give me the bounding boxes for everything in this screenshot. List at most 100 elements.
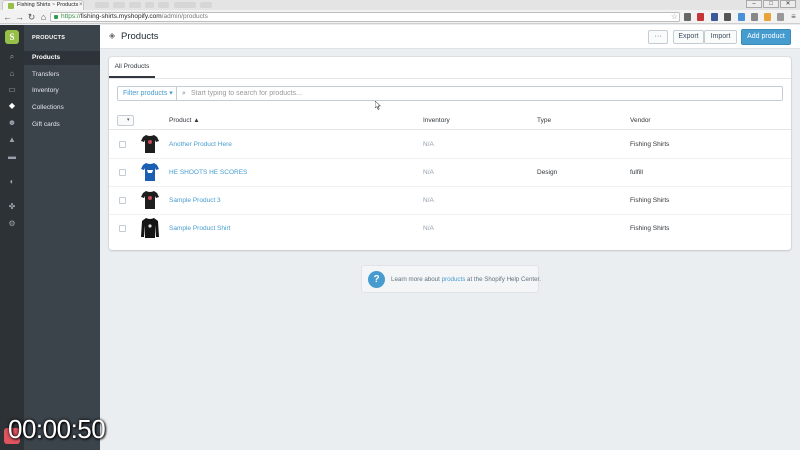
extension-icon[interactable] (751, 13, 758, 21)
search-icon[interactable]: ⌕ (6, 52, 18, 62)
forward-icon[interactable]: → (15, 12, 24, 22)
add-product-button[interactable]: Add product (741, 29, 791, 45)
back-icon[interactable]: ← (3, 12, 12, 22)
subnav-item-products[interactable]: Products (24, 51, 100, 65)
menu-ghost (129, 2, 141, 8)
subnav-item-gift-cards[interactable]: Gift cards (24, 118, 100, 132)
subnav-item-inventory[interactable]: Inventory (24, 84, 100, 98)
help-center-callout: ? Learn more about products at the Shopi… (361, 265, 541, 294)
inventory-value: N/A (423, 169, 434, 176)
reload-icon[interactable]: ↻ (27, 12, 36, 22)
product-thumbnail[interactable] (140, 133, 160, 155)
url-path: /admin/products (161, 13, 208, 20)
row-checkbox[interactable] (119, 225, 126, 232)
customers-icon[interactable]: ☻ (6, 118, 18, 128)
help-prefix: Learn more about (391, 276, 442, 283)
shopify-favicon-icon (8, 3, 14, 9)
product-thumbnail[interactable] (140, 189, 160, 211)
vendor-value: fulfill (630, 169, 644, 176)
help-products-link[interactable]: products (442, 276, 466, 283)
menu-ghost (113, 2, 125, 8)
url-scheme: https:// (61, 13, 81, 20)
products-subnav: PRODUCTS Products Transfers Inventory Co… (24, 25, 100, 450)
menu-ghost (200, 2, 212, 8)
extension-icon[interactable] (724, 13, 731, 21)
window-minimize-button[interactable]: – (746, 0, 762, 8)
extension-icon[interactable] (738, 13, 745, 21)
browser-tab-bar: Fishing Shirts ~ Products × – □ ✕ (0, 0, 800, 10)
window-maximize-button[interactable]: □ (763, 0, 779, 8)
orders-icon[interactable]: ▭ (6, 85, 18, 95)
extension-icon[interactable] (777, 13, 784, 21)
menu-ghost (174, 2, 196, 8)
menu-icon[interactable]: ≡ (789, 12, 798, 22)
address-bar[interactable]: https://fishing-shirts.myshopify.com/adm… (50, 12, 680, 22)
row-checkbox[interactable] (119, 169, 126, 176)
product-name-link[interactable]: HE SHOOTS HE SCORES (169, 159, 247, 187)
filter-products-button[interactable]: Filter products ▾ (117, 86, 177, 101)
table-header: ▾ Product ▲ Inventory Type Vendor (109, 112, 791, 130)
search-icon: ⌕ (182, 90, 186, 97)
export-button[interactable]: Export (673, 30, 704, 44)
mouse-cursor-icon (375, 101, 381, 110)
window-close-button[interactable]: ✕ (780, 0, 796, 8)
reports-icon[interactable]: ▲ (6, 135, 18, 145)
more-actions-button[interactable]: ··· (648, 30, 668, 44)
products-card: All Products Filter products ▾ ⌕ ▾ Produ… (109, 57, 791, 250)
home-icon[interactable]: ⌂ (39, 12, 48, 22)
tab-close-icon[interactable]: × (79, 1, 83, 10)
table-row: Another Product Here N/A Fishing Shirts (109, 131, 791, 159)
bulk-select-checkbox[interactable]: ▾ (117, 115, 134, 126)
extension-icon[interactable] (684, 13, 691, 21)
subnav-item-collections[interactable]: Collections (24, 101, 100, 115)
product-thumbnail[interactable] (140, 217, 160, 239)
import-button[interactable]: Import (704, 30, 737, 44)
column-header-vendor: Vendor (630, 117, 651, 124)
settings-icon[interactable]: ⚙ (6, 219, 18, 229)
browser-chrome: Fishing Shirts ~ Products × – □ ✕ ← → ↻ … (0, 0, 800, 24)
product-name-link[interactable]: Sample Product Shirt (169, 215, 230, 243)
page-title: Products (121, 31, 159, 42)
discounts-icon[interactable]: ▬ (6, 152, 18, 162)
url-host: fishing-shirts.myshopify.com (80, 13, 162, 20)
page-header: ◈ Products ··· Export Import Add product (100, 25, 800, 49)
row-checkbox[interactable] (119, 197, 126, 204)
home-icon[interactable]: ⌂ (6, 69, 18, 79)
subnav-item-transfers[interactable]: Transfers (24, 68, 100, 82)
extension-icon[interactable] (764, 13, 771, 21)
extension-icon[interactable] (697, 13, 704, 21)
shopify-logo-icon[interactable]: S (5, 30, 19, 44)
menu-ghost (158, 2, 169, 8)
search-box: ⌕ (177, 86, 783, 101)
vendor-value: Fishing Shirts (630, 225, 670, 232)
subnav-title: PRODUCTS (32, 35, 66, 41)
extension-icon[interactable] (711, 13, 718, 21)
table-row: HE SHOOTS HE SCORES N/A Design fulfill (109, 159, 791, 187)
apps-icon[interactable]: ✤ (6, 202, 18, 212)
product-name-link[interactable]: Another Product Here (169, 131, 232, 159)
type-value: Design (537, 169, 558, 176)
products-icon[interactable]: ◆ (6, 101, 18, 111)
shopify-icon-sidebar: S ⌕ ⌂ ▭ ◆ ☻ ▲ ▬ ◐ ✤ ⚙ (0, 25, 24, 450)
browser-toolbar: ← → ↻ ⌂ https://fishing-shirts.myshopify… (0, 11, 800, 24)
help-text: Learn more about products at the Shopify… (391, 266, 541, 294)
bookmark-star-icon[interactable]: ☆ (670, 12, 679, 22)
tab-divider (109, 78, 791, 79)
tab-all-products[interactable]: All Products (109, 57, 155, 78)
row-checkbox[interactable] (119, 141, 126, 148)
menu-ghost (145, 2, 154, 8)
search-input[interactable] (191, 87, 771, 100)
help-suffix: at the Shopify Help Center. (465, 276, 541, 283)
column-header-inventory: Inventory (423, 117, 450, 124)
product-name-link[interactable]: Sample Product 3 (169, 187, 221, 215)
question-icon: ? (368, 271, 385, 288)
inventory-value: N/A (423, 197, 434, 204)
vendor-value: Fishing Shirts (630, 197, 670, 204)
column-header-product[interactable]: Product ▲ (169, 112, 200, 130)
chevron-down-icon: ▾ (127, 117, 130, 123)
table-row: Sample Product Shirt N/A Fishing Shirts (109, 215, 791, 243)
online-store-icon[interactable]: ◐ (6, 177, 18, 187)
table-row: Sample Product 3 N/A Fishing Shirts (109, 187, 791, 215)
product-thumbnail[interactable] (140, 161, 160, 183)
browser-tab[interactable]: Fishing Shirts ~ Products × (2, 0, 84, 10)
